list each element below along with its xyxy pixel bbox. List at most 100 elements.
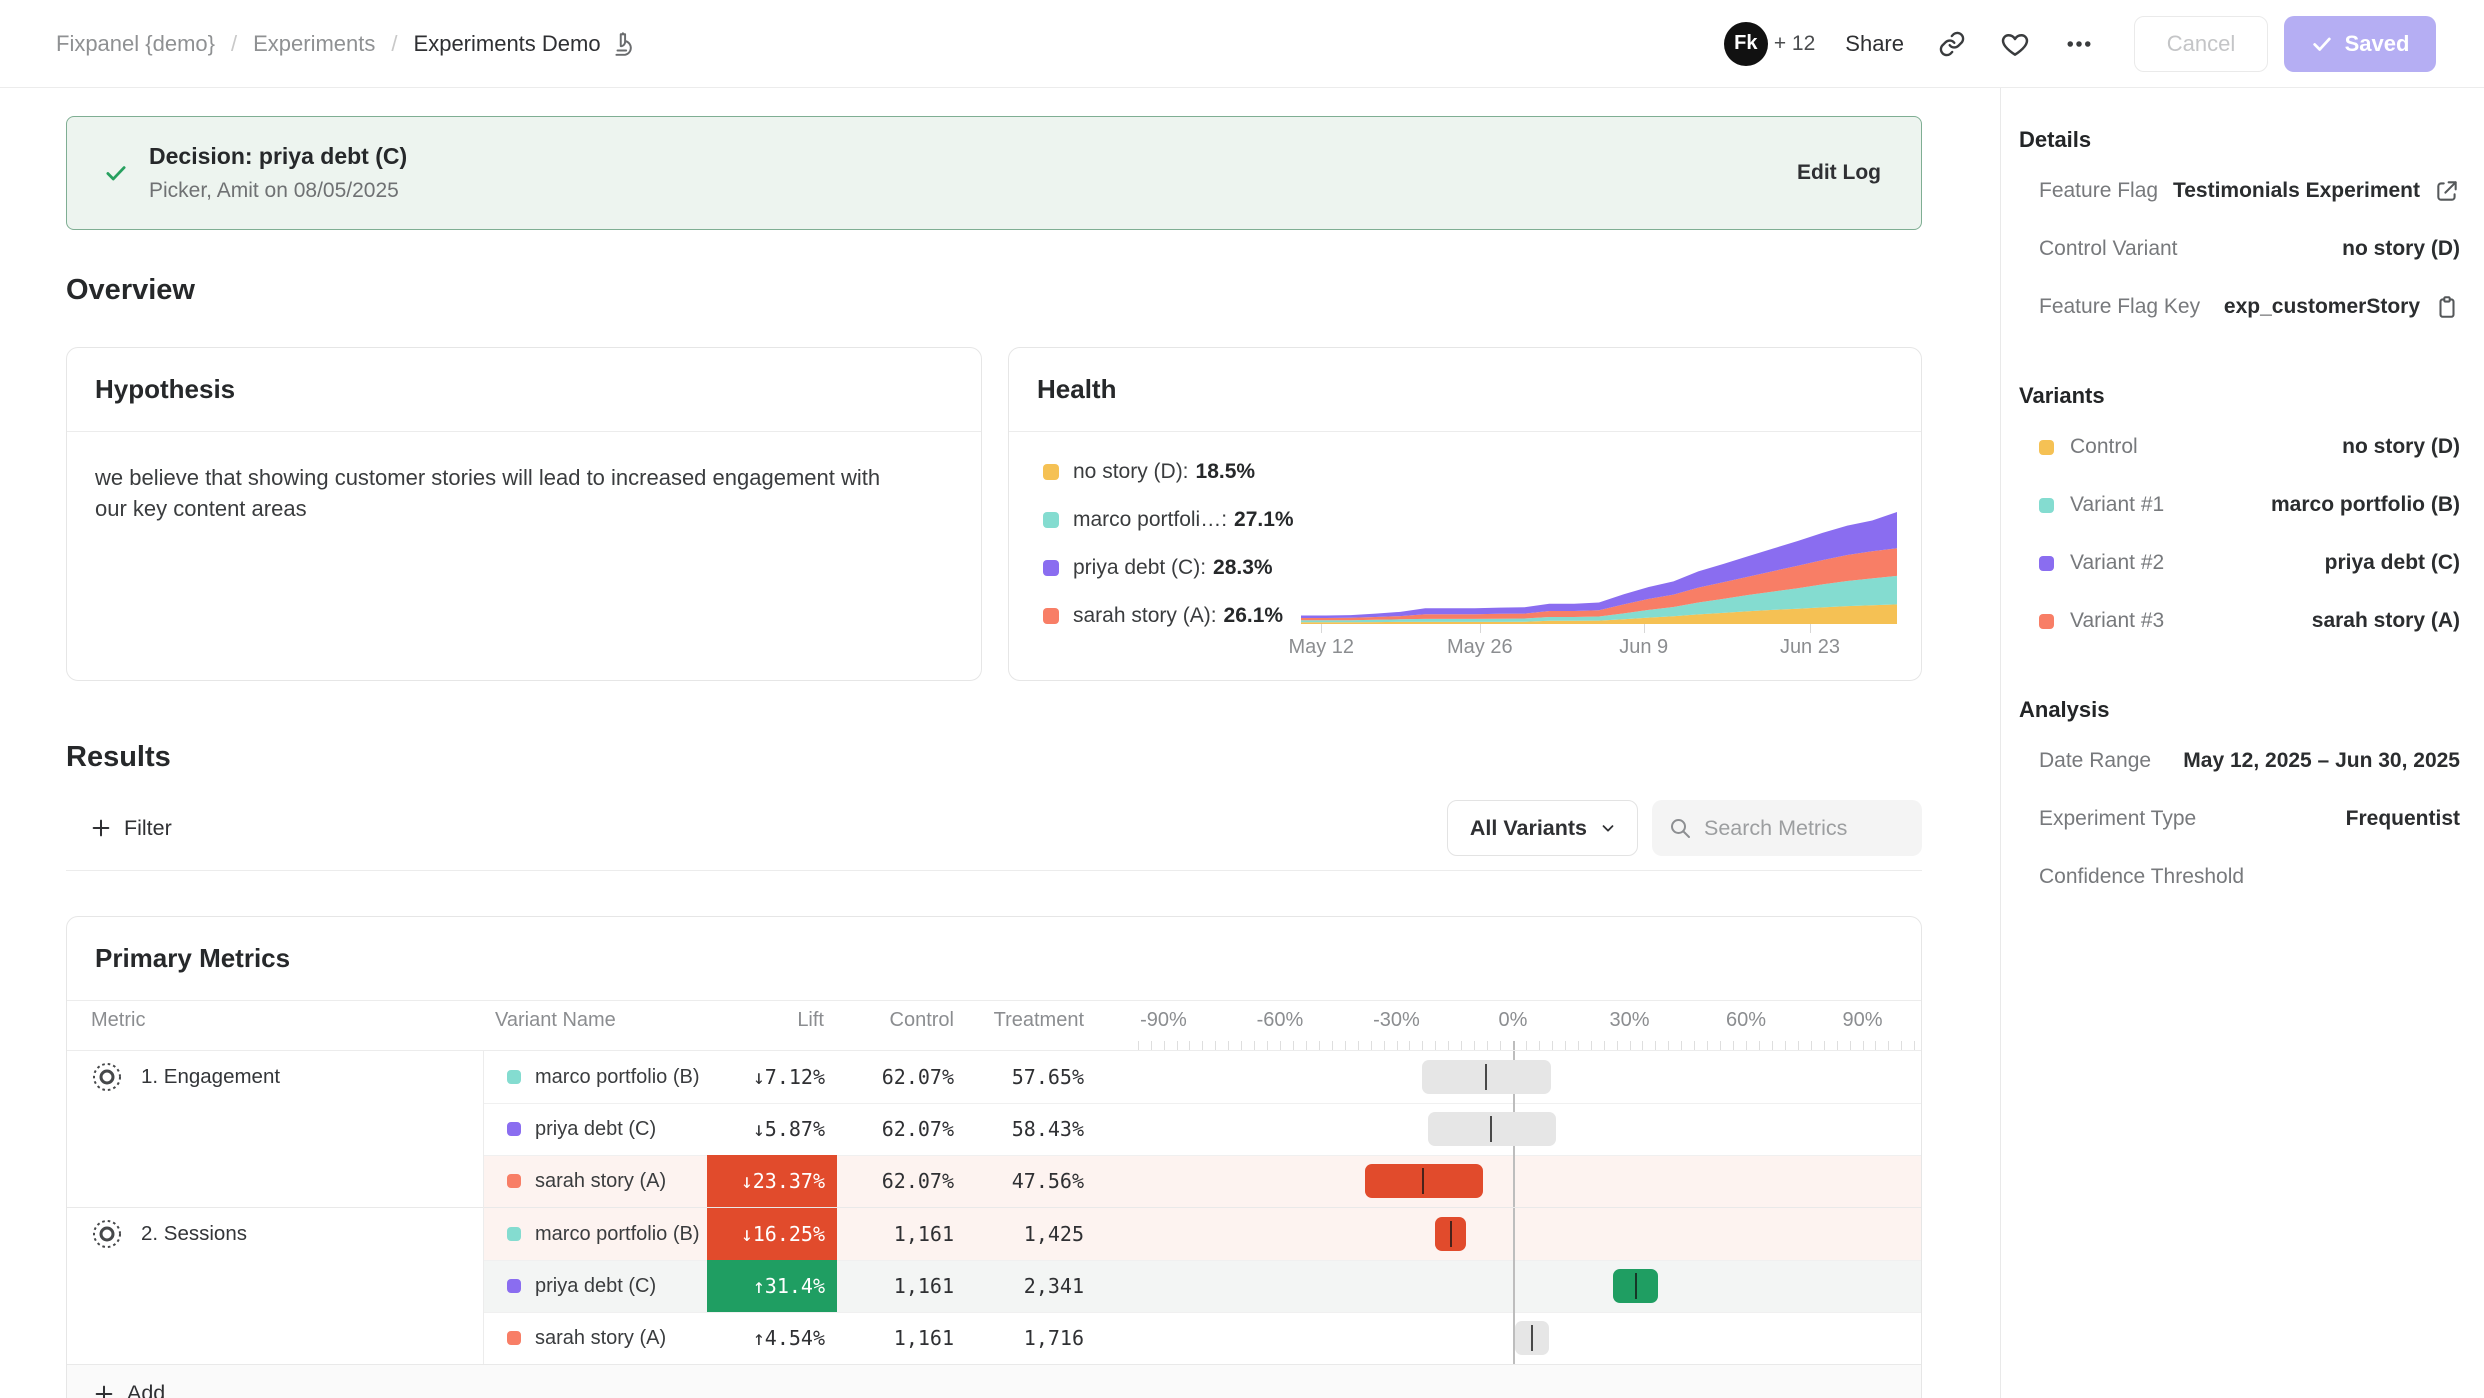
breadcrumb-item[interactable]: Experiments: [253, 31, 375, 57]
details-section: Details Feature FlagTestimonials Experim…: [2019, 118, 2460, 336]
metric-row[interactable]: sarah story (A)↓23.37%62.07%47.56%: [67, 1155, 1921, 1207]
axis-tick-label: 90%: [1842, 1009, 1882, 1032]
treatment-value: 58.43%: [957, 1103, 1087, 1155]
ruler-tick: [1293, 1041, 1294, 1050]
avatar[interactable]: Fk: [1724, 22, 1768, 66]
ruler-tick: [1177, 1041, 1178, 1050]
ruler-tick: [1384, 1041, 1385, 1050]
control-value: 62.07%: [837, 1155, 957, 1207]
ci-plot-cell: [1127, 1103, 1922, 1155]
axis-tick-label: -60%: [1257, 1009, 1304, 1032]
x-axis-label: May 12: [1288, 636, 1354, 659]
saved-button[interactable]: Saved: [2284, 16, 2436, 72]
sidebar-row: Experiment TypeFrequentist: [2019, 790, 2460, 848]
add-filter-button[interactable]: Filter: [90, 816, 172, 841]
metric-row[interactable]: 1. Engagementmarco portfolio (B)↓7.12%62…: [67, 1051, 1921, 1103]
search-input[interactable]: [1704, 816, 1904, 841]
edit-log-button[interactable]: Edit Log: [1797, 161, 1881, 185]
lift-value: ↓16.25%: [707, 1208, 837, 1260]
more-options-icon[interactable]: [2064, 29, 2094, 59]
metric-group: 2. Sessionsmarco portfolio (B)↓16.25%1,1…: [67, 1207, 1921, 1364]
breadcrumb-item[interactable]: Experiments Demo: [414, 31, 637, 57]
legend-label: priya debt (C):: [1073, 556, 1206, 580]
ruler-tick: [1513, 1041, 1515, 1050]
link-icon[interactable]: [1938, 30, 1966, 58]
lift-value: ↑4.54%: [707, 1312, 837, 1364]
sidebar-row-value: exp_customerStory: [2224, 295, 2420, 319]
lift-marker: [1422, 1168, 1424, 1194]
metric-row[interactable]: priya debt (C)↓5.87%62.07%58.43%: [67, 1103, 1921, 1155]
breadcrumb-item[interactable]: Fixpanel {demo}: [56, 31, 215, 57]
add-metric-button[interactable]: Add: [93, 1381, 165, 1398]
sidebar-row: Date RangeMay 12, 2025 – Jun 30, 2025: [2019, 732, 2460, 790]
metric-name: 1. Engagement: [141, 1051, 280, 1103]
ruler-tick: [1215, 1041, 1216, 1050]
metric-row[interactable]: sarah story (A)↑4.54%1,1611,716: [67, 1312, 1921, 1364]
zero-axis-line: [1513, 1155, 1515, 1207]
ruler-tick: [1565, 1041, 1566, 1050]
ruler-tick: [1526, 1041, 1527, 1050]
ruler-tick: [1733, 1041, 1734, 1050]
sidebar-row-value: no story (D): [2342, 435, 2460, 459]
ruler-tick: [1228, 1041, 1229, 1050]
variant-cell: priya debt (C): [483, 1103, 707, 1155]
variant-color-dot: [507, 1070, 521, 1084]
favorite-heart-icon[interactable]: [2000, 29, 2030, 59]
col-treatment: Treatment: [957, 1009, 1084, 1032]
ruler-tick: [1655, 1041, 1656, 1050]
cancel-button[interactable]: Cancel: [2134, 16, 2268, 72]
ruler-tick: [1539, 1041, 1540, 1050]
legend-value: 26.1%: [1224, 604, 1284, 628]
ci-plot-cell: [1127, 1051, 1922, 1103]
sidebar-row-value: Testimonials Experiment: [2173, 179, 2420, 203]
share-button[interactable]: Share: [1845, 31, 1904, 57]
control-value: 1,161: [837, 1208, 957, 1260]
sidebar-row-label: Variant #3: [2070, 609, 2164, 633]
treatment-value: 2,341: [957, 1260, 1087, 1312]
x-axis-tick: [1810, 624, 1811, 633]
col-lift: Lift: [707, 1009, 824, 1032]
ruler-tick: [1552, 1041, 1553, 1050]
metric-row[interactable]: 2. Sessionsmarco portfolio (B)↓16.25%1,1…: [67, 1208, 1921, 1260]
legend-item: sarah story (A):26.1%: [1043, 592, 1294, 640]
ruler-tick: [1720, 1041, 1721, 1050]
ruler-tick: [1397, 1041, 1398, 1050]
legend-item: no story (D):18.5%: [1043, 448, 1294, 496]
primary-metrics-card: Primary Metrics Metric Variant Name Lift…: [66, 916, 1922, 1398]
metric-name-cell: 2. Sessions: [67, 1208, 483, 1260]
variant-cell: marco portfolio (B): [483, 1051, 707, 1103]
ruler-tick: [1461, 1041, 1462, 1050]
metric-row[interactable]: priya debt (C)↑31.4%1,1612,341: [67, 1260, 1921, 1312]
copy-icon[interactable]: [2434, 294, 2460, 320]
external-link-icon[interactable]: [2434, 178, 2460, 204]
metrics-rows: 1. Engagementmarco portfolio (B)↓7.12%62…: [67, 1051, 1921, 1364]
search-box: [1652, 800, 1922, 856]
ruler-tick: [1435, 1041, 1436, 1050]
ruler-tick: [1189, 1041, 1190, 1050]
variant-name: priya debt (C): [535, 1103, 656, 1155]
sidebar-row-value: May 12, 2025 – Jun 30, 2025: [2183, 749, 2460, 773]
ruler-tick: [1875, 1041, 1876, 1050]
variant-name: priya debt (C): [535, 1260, 656, 1312]
ruler-tick: [1578, 1041, 1579, 1050]
x-axis-label: Jun 9: [1619, 636, 1668, 659]
lift-value: ↓23.37%: [707, 1155, 837, 1207]
ruler-tick: [1591, 1041, 1592, 1050]
legend-value: 18.5%: [1196, 460, 1256, 484]
ruler-tick: [1241, 1041, 1242, 1050]
collaborators-count[interactable]: + 12: [1774, 32, 1815, 56]
variant-color-dot: [2039, 556, 2054, 571]
variants-dropdown[interactable]: All Variants: [1447, 800, 1638, 856]
col-variant: Variant Name: [495, 1009, 616, 1032]
sidebar-row-label: Experiment Type: [2039, 807, 2196, 831]
treatment-value: 1,716: [957, 1312, 1087, 1364]
zero-axis-line: [1513, 1208, 1515, 1260]
variants-section: Variants Controlno story (D)Variant #1ma…: [2019, 374, 2460, 650]
ci-plot-cell: [1127, 1260, 1922, 1312]
metrics-footer: Add: [67, 1364, 1921, 1398]
ruler-tick: [1888, 1041, 1889, 1050]
variant-cell: priya debt (C): [483, 1260, 707, 1312]
analysis-rows: Date RangeMay 12, 2025 – Jun 30, 2025Exp…: [2019, 732, 2460, 906]
sidebar-row-value: sarah story (A): [2312, 609, 2460, 633]
metric-group: 1. Engagementmarco portfolio (B)↓7.12%62…: [67, 1051, 1921, 1207]
